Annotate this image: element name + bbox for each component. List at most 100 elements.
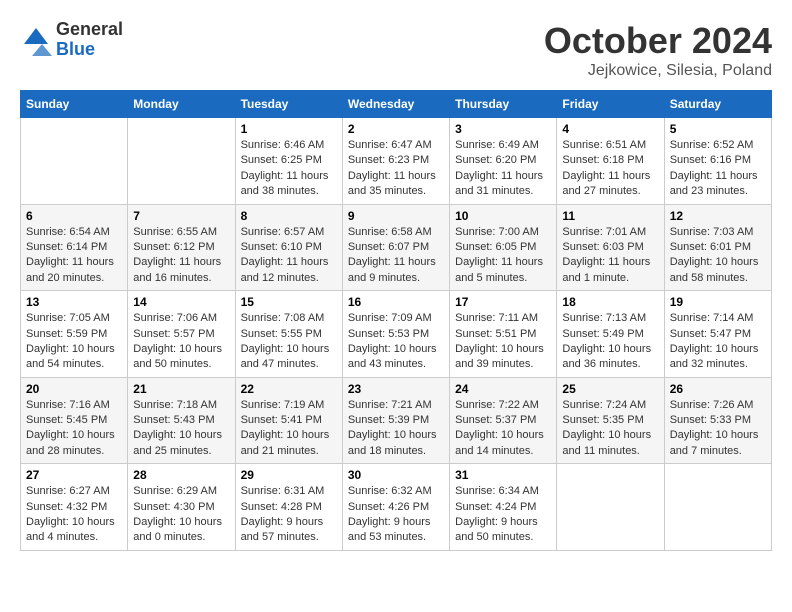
calendar-week-row: 20Sunrise: 7:16 AM Sunset: 5:45 PM Dayli… <box>21 377 772 464</box>
calendar-cell: 26 Sunrise: 7:26 AM Sunset: 5:33 PM Dayli… <box>664 377 771 464</box>
day-of-week-header: Sunday <box>21 91 128 118</box>
calendar-cell: 20Sunrise: 7:16 AM Sunset: 5:45 PM Dayli… <box>21 377 128 464</box>
calendar-cell: 10 Sunrise: 7:00 AM Sunset: 6:05 PM Dayli… <box>450 204 557 291</box>
calendar-cell: 24 Sunrise: 7:22 AM Sunset: 5:37 PM Dayli… <box>450 377 557 464</box>
calendar-cell: 4Sunrise: 6:51 AM Sunset: 6:18 PM Daylig… <box>557 118 664 205</box>
day-number: 22 <box>241 382 337 396</box>
day-info: Sunrise: 6:54 AM Sunset: 6:14 PM Dayligh… <box>26 225 122 287</box>
location: Jejkowice, Silesia, Poland <box>544 62 772 80</box>
day-info: Sunrise: 6:27 AM Sunset: 4:32 PM Dayligh… <box>26 484 122 546</box>
calendar-cell: 13 Sunrise: 7:05 AM Sunset: 5:59 PM Dayli… <box>21 291 128 378</box>
calendar-cell: 28 Sunrise: 6:29 AM Sunset: 4:30 PM Dayli… <box>128 464 235 551</box>
day-info: Sunrise: 6:55 AM Sunset: 6:12 PM Dayligh… <box>133 225 229 287</box>
day-info: Sunrise: 7:11 AM Sunset: 5:51 PM Dayligh… <box>455 311 551 373</box>
day-of-week-header: Thursday <box>450 91 557 118</box>
days-of-week-row: SundayMondayTuesdayWednesdayThursdayFrid… <box>21 91 772 118</box>
day-of-week-header: Tuesday <box>235 91 342 118</box>
day-info: Sunrise: 6:57 AM Sunset: 6:10 PM Dayligh… <box>241 225 337 287</box>
calendar-cell: 7 Sunrise: 6:55 AM Sunset: 6:12 PM Daylig… <box>128 204 235 291</box>
day-number: 28 <box>133 468 229 482</box>
day-number: 9 <box>348 209 444 223</box>
calendar-cell <box>21 118 128 205</box>
day-info: Sunrise: 7:26 AM Sunset: 5:33 PM Dayligh… <box>670 398 766 460</box>
day-info: Sunrise: 7:24 AM Sunset: 5:35 PM Dayligh… <box>562 398 658 460</box>
day-info: Sunrise: 6:29 AM Sunset: 4:30 PM Dayligh… <box>133 484 229 546</box>
title-block: October 2024 Jejkowice, Silesia, Poland <box>544 20 772 80</box>
day-info: Sunrise: 7:19 AM Sunset: 5:41 PM Dayligh… <box>241 398 337 460</box>
day-of-week-header: Wednesday <box>342 91 449 118</box>
day-info: Sunrise: 7:14 AM Sunset: 5:47 PM Dayligh… <box>670 311 766 373</box>
day-info: Sunrise: 7:22 AM Sunset: 5:37 PM Dayligh… <box>455 398 551 460</box>
day-info: Sunrise: 7:03 AM Sunset: 6:01 PM Dayligh… <box>670 225 766 287</box>
day-info: Sunrise: 6:47 AM Sunset: 6:23 PM Dayligh… <box>348 138 444 200</box>
day-info: Sunrise: 7:05 AM Sunset: 5:59 PM Dayligh… <box>26 311 122 373</box>
calendar-cell: 9 Sunrise: 6:58 AM Sunset: 6:07 PM Daylig… <box>342 204 449 291</box>
day-number: 1 <box>241 122 337 136</box>
day-number: 15 <box>241 295 337 309</box>
day-of-week-header: Monday <box>128 91 235 118</box>
calendar-cell: 22 Sunrise: 7:19 AM Sunset: 5:41 PM Dayli… <box>235 377 342 464</box>
calendar-week-row: 6 Sunrise: 6:54 AM Sunset: 6:14 PM Daylig… <box>21 204 772 291</box>
logo: General Blue <box>20 20 123 60</box>
calendar-cell: 5 Sunrise: 6:52 AM Sunset: 6:16 PM Daylig… <box>664 118 771 205</box>
day-info: Sunrise: 6:49 AM Sunset: 6:20 PM Dayligh… <box>455 138 551 200</box>
day-number: 25 <box>562 382 658 396</box>
day-number: 21 <box>133 382 229 396</box>
calendar-cell: 11Sunrise: 7:01 AM Sunset: 6:03 PM Dayli… <box>557 204 664 291</box>
day-info: Sunrise: 7:00 AM Sunset: 6:05 PM Dayligh… <box>455 225 551 287</box>
calendar-cell: 29Sunrise: 6:31 AM Sunset: 4:28 PM Dayli… <box>235 464 342 551</box>
day-info: Sunrise: 6:32 AM Sunset: 4:26 PM Dayligh… <box>348 484 444 546</box>
calendar-week-row: 13 Sunrise: 7:05 AM Sunset: 5:59 PM Dayli… <box>21 291 772 378</box>
day-of-week-header: Friday <box>557 91 664 118</box>
day-number: 26 <box>670 382 766 396</box>
calendar-week-row: 27 Sunrise: 6:27 AM Sunset: 4:32 PM Dayli… <box>21 464 772 551</box>
calendar-cell <box>664 464 771 551</box>
calendar-cell: 1 Sunrise: 6:46 AM Sunset: 6:25 PM Daylig… <box>235 118 342 205</box>
calendar-cell <box>128 118 235 205</box>
calendar-cell: 3Sunrise: 6:49 AM Sunset: 6:20 PM Daylig… <box>450 118 557 205</box>
day-info: Sunrise: 6:52 AM Sunset: 6:16 PM Dayligh… <box>670 138 766 200</box>
calendar-cell: 8 Sunrise: 6:57 AM Sunset: 6:10 PM Daylig… <box>235 204 342 291</box>
day-number: 7 <box>133 209 229 223</box>
day-number: 8 <box>241 209 337 223</box>
calendar-table: SundayMondayTuesdayWednesdayThursdayFrid… <box>20 90 772 551</box>
day-number: 16 <box>348 295 444 309</box>
day-info: Sunrise: 7:01 AM Sunset: 6:03 PM Dayligh… <box>562 225 658 287</box>
calendar-cell: 31 Sunrise: 6:34 AM Sunset: 4:24 PM Dayli… <box>450 464 557 551</box>
day-number: 10 <box>455 209 551 223</box>
day-number: 14 <box>133 295 229 309</box>
calendar-cell: 18Sunrise: 7:13 AM Sunset: 5:49 PM Dayli… <box>557 291 664 378</box>
page-header: General Blue October 2024 Jejkowice, Sil… <box>20 20 772 80</box>
calendar-cell: 25 Sunrise: 7:24 AM Sunset: 5:35 PM Dayli… <box>557 377 664 464</box>
day-number: 30 <box>348 468 444 482</box>
logo-general-text: General <box>56 20 123 40</box>
calendar-cell: 27 Sunrise: 6:27 AM Sunset: 4:32 PM Dayli… <box>21 464 128 551</box>
day-number: 12 <box>670 209 766 223</box>
day-info: Sunrise: 7:09 AM Sunset: 5:53 PM Dayligh… <box>348 311 444 373</box>
calendar-week-row: 1 Sunrise: 6:46 AM Sunset: 6:25 PM Daylig… <box>21 118 772 205</box>
calendar-cell: 15Sunrise: 7:08 AM Sunset: 5:55 PM Dayli… <box>235 291 342 378</box>
calendar-header: SundayMondayTuesdayWednesdayThursdayFrid… <box>21 91 772 118</box>
day-number: 13 <box>26 295 122 309</box>
logo-icon <box>20 24 52 56</box>
day-number: 5 <box>670 122 766 136</box>
day-info: Sunrise: 7:18 AM Sunset: 5:43 PM Dayligh… <box>133 398 229 460</box>
day-info: Sunrise: 7:13 AM Sunset: 5:49 PM Dayligh… <box>562 311 658 373</box>
day-info: Sunrise: 6:34 AM Sunset: 4:24 PM Dayligh… <box>455 484 551 546</box>
calendar-body: 1 Sunrise: 6:46 AM Sunset: 6:25 PM Daylig… <box>21 118 772 551</box>
day-info: Sunrise: 7:16 AM Sunset: 5:45 PM Dayligh… <box>26 398 122 460</box>
day-number: 31 <box>455 468 551 482</box>
day-info: Sunrise: 6:31 AM Sunset: 4:28 PM Dayligh… <box>241 484 337 546</box>
day-info: Sunrise: 6:51 AM Sunset: 6:18 PM Dayligh… <box>562 138 658 200</box>
day-number: 24 <box>455 382 551 396</box>
day-number: 6 <box>26 209 122 223</box>
logo-blue-text: Blue <box>56 40 123 60</box>
day-info: Sunrise: 6:46 AM Sunset: 6:25 PM Dayligh… <box>241 138 337 200</box>
calendar-cell: 6 Sunrise: 6:54 AM Sunset: 6:14 PM Daylig… <box>21 204 128 291</box>
day-info: Sunrise: 6:58 AM Sunset: 6:07 PM Dayligh… <box>348 225 444 287</box>
calendar-cell: 21 Sunrise: 7:18 AM Sunset: 5:43 PM Dayli… <box>128 377 235 464</box>
calendar-cell: 16 Sunrise: 7:09 AM Sunset: 5:53 PM Dayli… <box>342 291 449 378</box>
calendar-cell <box>557 464 664 551</box>
calendar-cell: 17Sunrise: 7:11 AM Sunset: 5:51 PM Dayli… <box>450 291 557 378</box>
day-number: 27 <box>26 468 122 482</box>
